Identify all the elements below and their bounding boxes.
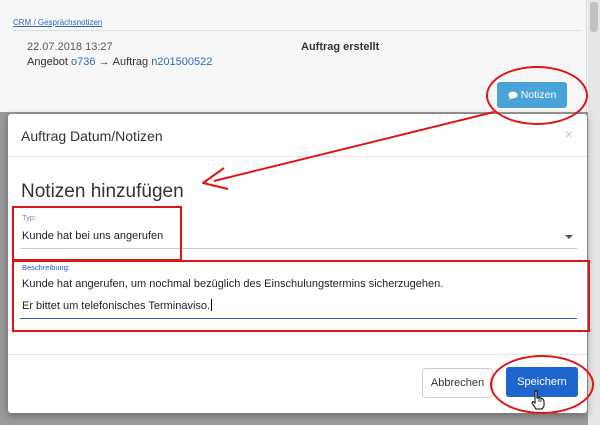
hand-pointer-icon — [531, 390, 545, 410]
annotation-arrow — [202, 111, 495, 190]
